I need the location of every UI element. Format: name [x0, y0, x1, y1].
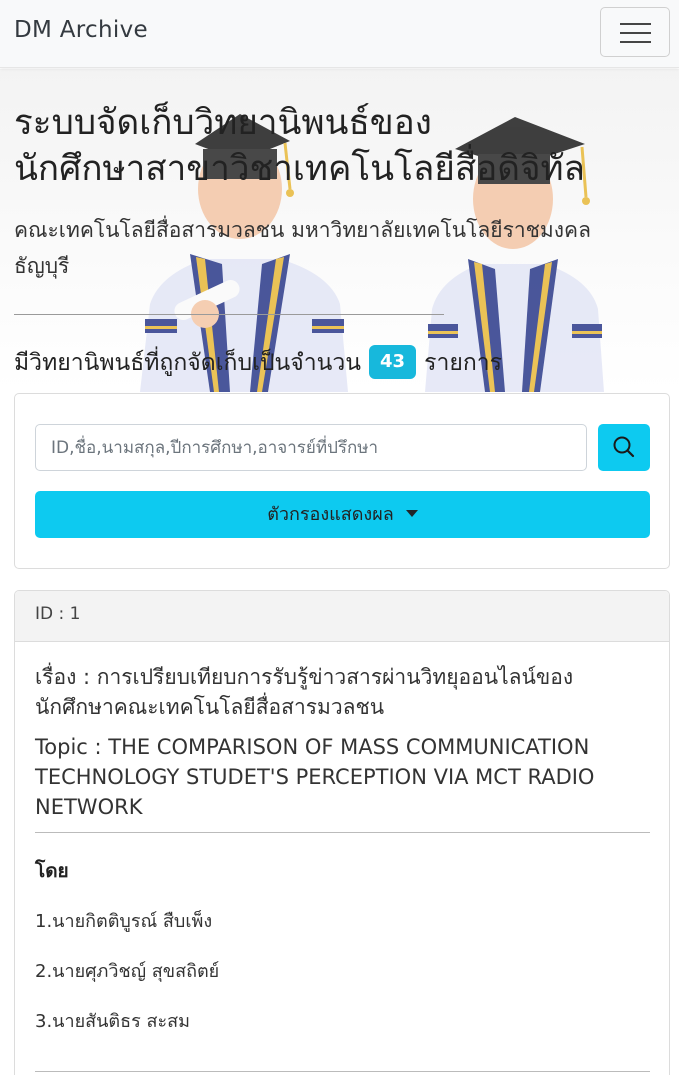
card-bottom-divider — [35, 1071, 650, 1072]
navbar-toggle-button[interactable] — [600, 7, 670, 57]
caret-down-icon — [405, 509, 418, 517]
navbar: DM Archive — [0, 0, 679, 68]
author-item: 1.นายกิตติบูรณ์ สืบเพ็ง — [35, 911, 213, 932]
thesis-id: ID : 1 — [35, 604, 81, 624]
authors-heading: โดย — [35, 860, 69, 882]
card-header: ID : 1 — [15, 591, 669, 642]
author-item: 3.นายสันติธร สะสม — [35, 1011, 190, 1032]
search-icon — [613, 436, 635, 458]
thesis-count: มีวิทยานิพนธ์ที่ถูกจัดเก็บเป็นจำนวน 43 ราย… — [14, 343, 502, 383]
search-input[interactable] — [35, 424, 587, 471]
thesis-topic: Topic : THE COMPARISON OF MASS COMMUNICA… — [35, 735, 595, 819]
count-badge: 43 — [369, 344, 417, 379]
thesis-card: ID : 1 เรื่อง : การเปรียบเทียบการรับรู้ข… — [14, 590, 670, 1075]
hero-divider — [14, 314, 444, 315]
filter-dropdown-button[interactable]: ตัวกรองแสดงผล — [35, 491, 650, 538]
thesis-title[interactable]: เรื่อง : การเปรียบเทียบการรับรู้ข่าวสารผ… — [35, 662, 655, 722]
hamburger-menu-icon — [620, 23, 651, 25]
page-subtitle: คณะเทคโนโลยีสื่อสารมวลชน มหาวิทยาลัยเทคโ… — [14, 218, 591, 278]
card-divider — [35, 832, 650, 833]
search-card: ตัวกรองแสดงผล — [14, 393, 670, 569]
author-item: 2.นายศุภวิชญ์ สุขสถิตย์ — [35, 961, 220, 982]
page-title: ระบบจัดเก็บวิทยานิพนธ์ของ นักศึกษาสาขาวิ… — [14, 103, 585, 189]
brand-link[interactable]: DM Archive — [14, 17, 148, 43]
search-button[interactable] — [598, 424, 650, 471]
